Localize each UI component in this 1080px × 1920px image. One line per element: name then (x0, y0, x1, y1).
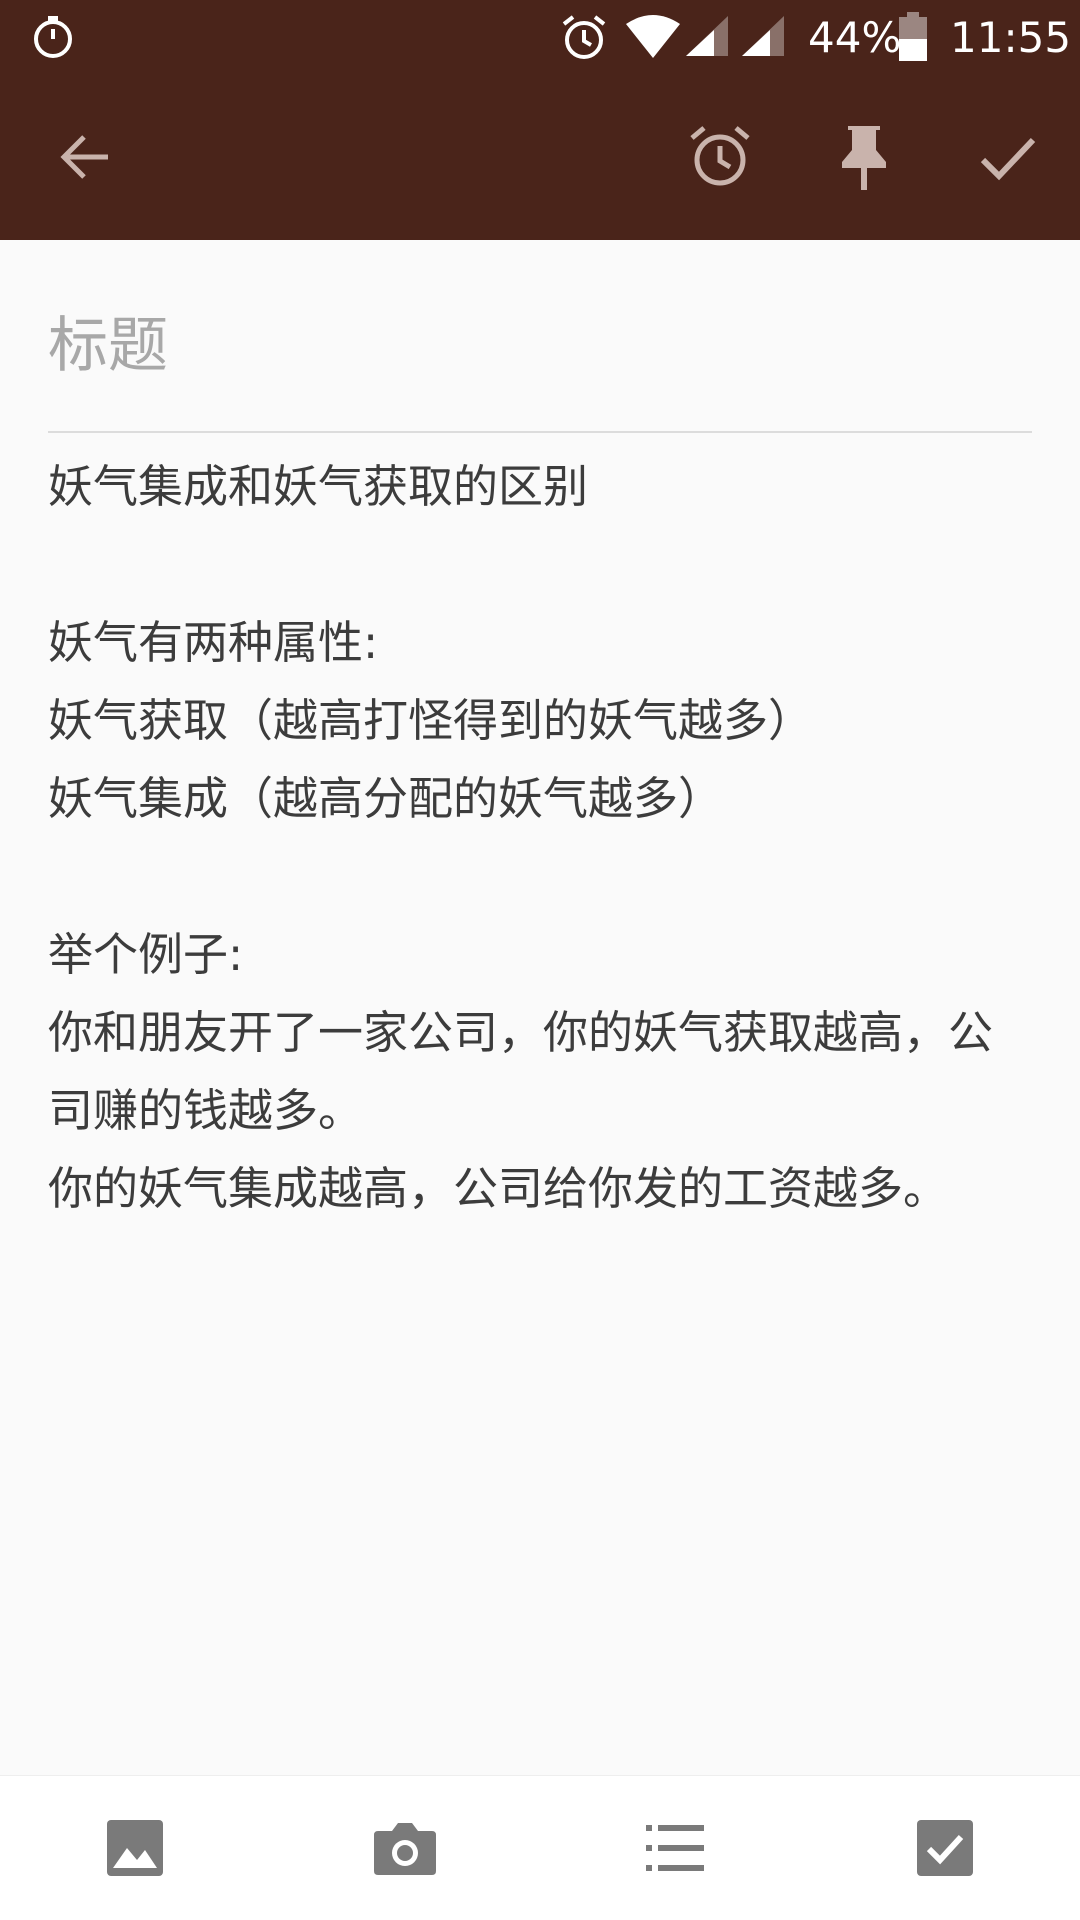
wifi-icon (626, 15, 680, 58)
check-icon (980, 137, 1036, 181)
checkbox-icon (917, 1820, 973, 1876)
list-icon (646, 1825, 704, 1871)
pin-icon (842, 126, 886, 190)
battery-icon (899, 12, 927, 61)
pin-button[interactable] (816, 109, 912, 205)
status-bar: 44% 11:55 (0, 0, 1080, 75)
add-image-button[interactable] (85, 1798, 185, 1898)
app-toolbar (0, 75, 1080, 240)
note-line: 妖气集成和妖气获取的区别 (48, 460, 589, 513)
image-icon (107, 1820, 163, 1876)
reminder-button[interactable] (672, 109, 768, 205)
camera-icon (374, 1823, 436, 1875)
note-title-input[interactable] (48, 300, 1032, 392)
reminder-alarm-icon (690, 126, 750, 186)
note-line: 司赚的钱越多。 (48, 1084, 364, 1137)
alarm-icon (562, 15, 606, 59)
title-divider (48, 431, 1032, 433)
bottom-action-bar (0, 1775, 1080, 1920)
note-line (48, 838, 1032, 916)
back-button[interactable] (36, 109, 132, 205)
back-arrow-icon (60, 135, 108, 179)
signal-icon (742, 16, 784, 56)
stopwatch-icon (34, 16, 72, 58)
note-line: 你和朋友开了一家公司，你的妖气获取越高，公 (48, 1006, 994, 1059)
add-list-button[interactable] (625, 1798, 725, 1898)
note-line: 妖气获取（越高打怪得到的妖气越多） (48, 694, 814, 747)
status-time: 11:55 (950, 13, 1072, 62)
signal-icon (686, 16, 728, 56)
done-button[interactable] (960, 109, 1056, 205)
note-line (48, 526, 1032, 604)
battery-percent: 44% (808, 13, 902, 62)
note-line: 举个例子: (48, 928, 244, 981)
note-line: 妖气有两种属性: (48, 616, 379, 669)
note-line: 妖气集成（越高分配的妖气越多） (48, 772, 724, 825)
note-line: 你的妖气集成越高，公司给你发的工资越多。 (48, 1162, 949, 1215)
note-editor-screen: 44% 11:55 标题 妖气集成和妖气获取的区别 妖气有两种属性: 妖气获取（… (0, 0, 1080, 1920)
add-checklist-button[interactable] (895, 1798, 995, 1898)
note-body-text[interactable]: 妖气集成和妖气获取的区别 妖气有两种属性: 妖气获取（越高打怪得到的妖气越多） … (48, 448, 1032, 1228)
add-photo-button[interactable] (355, 1798, 455, 1898)
